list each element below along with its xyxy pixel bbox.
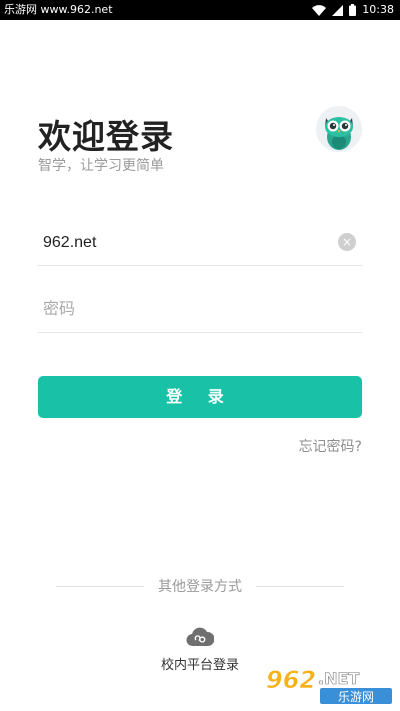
battery-icon — [349, 4, 357, 16]
signal-icon — [332, 4, 344, 16]
divider-line-right — [256, 585, 344, 587]
campus-platform-label: 校内平台登录 — [160, 658, 239, 673]
login-button[interactable]: 登 录 — [38, 376, 362, 418]
watermark-logo: 962 .NET 乐游网 — [266, 666, 392, 704]
campus-platform-login-button[interactable]: 校内平台登录 — [150, 626, 250, 673]
password-input[interactable] — [38, 292, 323, 328]
other-login-label: 其他登录方式 — [158, 579, 242, 595]
forgot-password-link[interactable]: 忘记密码? — [299, 436, 362, 456]
owl-logo-icon — [316, 106, 362, 152]
password-field — [38, 292, 362, 333]
divider-line-left — [56, 585, 144, 587]
account-field: × — [38, 225, 362, 266]
owl-avatar — [316, 106, 362, 152]
cloud-link-icon — [186, 627, 214, 647]
account-input[interactable] — [38, 225, 323, 261]
other-login-divider: 其他登录方式 — [56, 576, 344, 596]
clear-icon[interactable]: × — [338, 233, 356, 251]
status-bar-text: 乐游网 www.962.net — [4, 3, 113, 16]
page-title: 欢迎登录 — [38, 117, 174, 156]
svg-text:962: 962 — [266, 666, 316, 694]
status-time: 10:38 — [362, 3, 394, 16]
page-subtitle: 智学，让学习更简单 — [38, 158, 164, 174]
wifi-icon — [312, 4, 327, 16]
status-bar: 乐游网 www.962.net 10:38 — [0, 0, 400, 20]
svg-text:.NET: .NET — [318, 669, 359, 688]
svg-text:乐游网: 乐游网 — [338, 690, 374, 704]
